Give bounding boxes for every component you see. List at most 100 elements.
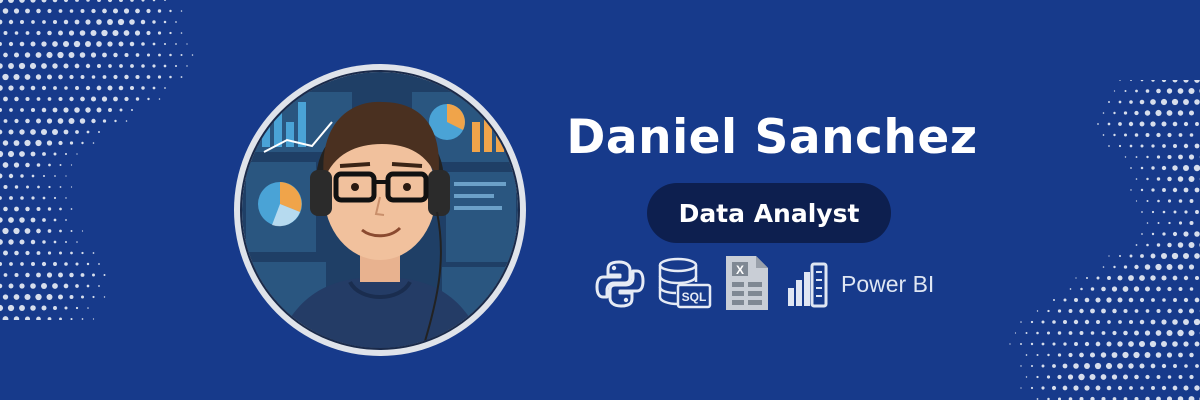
halftone-dot bbox=[8, 63, 14, 69]
halftone-dot bbox=[1101, 331, 1106, 335]
halftone-dot bbox=[158, 53, 161, 57]
halftone-dot bbox=[1140, 254, 1144, 258]
halftone-dot bbox=[1167, 199, 1172, 203]
halftone-dot bbox=[25, 8, 30, 14]
halftone-dot bbox=[19, 305, 25, 311]
halftone-dot bbox=[1167, 308, 1172, 314]
halftone-dot bbox=[1189, 220, 1194, 226]
halftone-dot bbox=[25, 206, 30, 212]
halftone-dot bbox=[1150, 99, 1156, 105]
halftone-dot bbox=[1156, 375, 1161, 379]
halftone-dot bbox=[163, 42, 167, 46]
halftone-dot bbox=[47, 8, 52, 14]
halftone-dot bbox=[1036, 310, 1039, 312]
halftone-dot bbox=[1124, 90, 1127, 92]
halftone-dot bbox=[30, 283, 36, 289]
halftone-dot bbox=[1177, 329, 1184, 337]
halftone-dot bbox=[1134, 133, 1139, 137]
halftone-dot bbox=[13, 316, 20, 320]
halftone-dot bbox=[1030, 386, 1034, 390]
halftone-dot bbox=[74, 63, 80, 69]
halftone-dot bbox=[1173, 298, 1177, 302]
halftone-dot bbox=[1161, 319, 1167, 325]
halftone-dot bbox=[42, 196, 46, 200]
halftone-dot bbox=[26, 185, 29, 189]
halftone-dot bbox=[58, 9, 63, 13]
halftone-dot bbox=[13, 8, 20, 14]
halftone-dot bbox=[101, 96, 108, 102]
halftone-dot bbox=[2, 73, 9, 81]
halftone-dot bbox=[1047, 309, 1050, 313]
halftone-dot bbox=[0, 107, 3, 113]
halftone-dot bbox=[1063, 298, 1067, 302]
excel-sheet-icon: X bbox=[726, 256, 768, 310]
halftone-dot bbox=[0, 85, 3, 91]
halftone-dot bbox=[1095, 385, 1101, 391]
halftone-dot bbox=[140, 19, 146, 25]
halftone-dot bbox=[0, 173, 3, 179]
halftone-dot bbox=[52, 129, 58, 135]
halftone-dot bbox=[1172, 231, 1178, 237]
halftone-dot bbox=[1123, 374, 1128, 380]
halftone-dot bbox=[186, 65, 188, 67]
halftone-dot bbox=[1095, 341, 1101, 347]
halftone-dot bbox=[1150, 275, 1156, 281]
halftone-dot bbox=[1123, 265, 1128, 269]
halftone-dot bbox=[74, 19, 80, 25]
halftone-dot bbox=[54, 175, 56, 177]
halftone-dot bbox=[1195, 364, 1199, 368]
sql-database-icon: SQL bbox=[658, 257, 712, 309]
halftone-dot bbox=[0, 129, 3, 135]
halftone-dot bbox=[96, 85, 102, 91]
halftone-dot bbox=[63, 19, 69, 25]
halftone-dot bbox=[24, 139, 31, 147]
halftone-dot bbox=[47, 251, 52, 255]
halftone-dot bbox=[3, 119, 8, 123]
halftone-dot bbox=[57, 51, 64, 59]
halftone-dot bbox=[119, 0, 123, 2]
halftone-dot bbox=[152, 64, 156, 68]
halftone-dot bbox=[36, 118, 41, 124]
halftone-dot bbox=[92, 295, 95, 299]
halftone-dot bbox=[46, 118, 53, 124]
halftone-dot bbox=[1113, 90, 1116, 92]
halftone-dot bbox=[37, 185, 40, 189]
halftone-dot bbox=[41, 41, 47, 47]
halftone-dot bbox=[1117, 385, 1123, 391]
halftone-dot bbox=[1068, 331, 1073, 335]
halftone-dot bbox=[118, 85, 124, 91]
halftone-dot bbox=[7, 0, 15, 4]
halftone-dot bbox=[1140, 80, 1144, 82]
halftone-dot bbox=[25, 162, 30, 168]
halftone-dot bbox=[53, 218, 57, 222]
halftone-dot bbox=[1057, 353, 1062, 357]
halftone-dot bbox=[117, 18, 125, 26]
halftone-dot bbox=[31, 196, 35, 200]
sql-label: SQL bbox=[682, 290, 707, 304]
halftone-dot bbox=[1146, 177, 1149, 181]
halftone-dot bbox=[81, 251, 84, 255]
halftone-dot bbox=[1173, 364, 1177, 368]
halftone-dot bbox=[1183, 99, 1189, 105]
halftone-dot bbox=[1025, 354, 1028, 356]
halftone-dot bbox=[1095, 319, 1101, 325]
halftone-dot bbox=[69, 96, 74, 102]
halftone-dot bbox=[1151, 188, 1155, 192]
halftone-dot bbox=[1151, 144, 1155, 148]
halftone-dot bbox=[124, 52, 129, 58]
halftone-dot bbox=[8, 283, 14, 289]
halftone-dot bbox=[31, 174, 35, 178]
halftone-dot bbox=[112, 8, 119, 14]
halftone-dot bbox=[1101, 308, 1106, 314]
halftone-dot bbox=[1178, 199, 1183, 203]
halftone-dot bbox=[19, 217, 25, 223]
halftone-dot bbox=[107, 85, 113, 91]
halftone-dot bbox=[1166, 110, 1173, 116]
halftone-dot bbox=[1078, 373, 1085, 381]
halftone-dot bbox=[1172, 275, 1178, 281]
halftone-dot bbox=[1128, 121, 1134, 127]
halftone-dot bbox=[19, 0, 25, 3]
halftone-dot bbox=[9, 196, 13, 200]
halftone-dot bbox=[1161, 341, 1167, 347]
halftone-dot bbox=[1140, 188, 1144, 192]
